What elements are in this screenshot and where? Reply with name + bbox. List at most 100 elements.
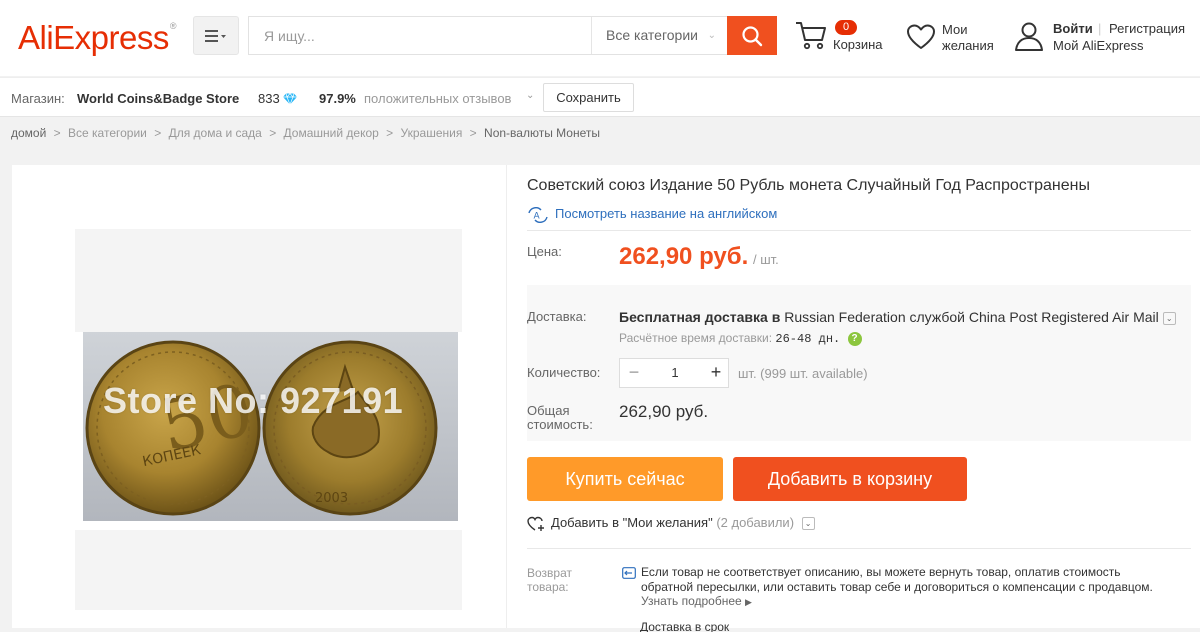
- heart-icon: [907, 24, 935, 49]
- cart-count-badge: 0: [835, 20, 857, 35]
- price-unit: / шт.: [753, 252, 779, 267]
- chevron-down-icon: ⌄: [707, 30, 716, 41]
- return-policy-label: Возврат товара:: [527, 566, 572, 594]
- next-guarantee-text: Доставка в срок: [640, 620, 730, 632]
- search-input[interactable]: [249, 17, 591, 54]
- breadcrumb-separator: >: [53, 126, 61, 140]
- breadcrumb-item[interactable]: Украшения: [401, 126, 463, 140]
- return-policy-text: Если товар не соответствует описанию, вы…: [641, 565, 1161, 610]
- product-title: Советский союз Издание 50 Рубль монета С…: [527, 177, 1090, 194]
- shipping-options-dropdown[interactable]: ⌄: [1162, 311, 1176, 325]
- divider: [527, 548, 1191, 549]
- heart-plus-icon: [527, 516, 544, 531]
- image-watermark: Store No: 927191: [103, 380, 404, 421]
- translate-title-link[interactable]: A Посмотреть название на английском: [527, 206, 777, 223]
- cart-label: Корзина: [833, 37, 883, 52]
- wishlist-label-line1: Мои: [942, 22, 968, 37]
- translate-icon: A: [528, 206, 548, 223]
- shipping-method-text: Russian Federation службой China Post Re…: [780, 309, 1159, 325]
- logo-reg-mark: ®: [169, 21, 177, 31]
- coins-photo: 50 КОПЕЕК 2003: [83, 332, 458, 521]
- svg-text:A: A: [534, 211, 541, 221]
- breadcrumb-item[interactable]: Домашний декор: [284, 126, 379, 140]
- my-aliexpress-link[interactable]: Мой AliExpress: [1053, 38, 1144, 53]
- account-menu: Войти | Регистрация Мой AliExpress: [1014, 20, 1200, 60]
- price-label: Цена:: [527, 244, 562, 259]
- breadcrumb-separator: >: [469, 126, 477, 140]
- delivery-time: Расчётное время доставки: 26-48 дн. ?: [619, 331, 862, 346]
- wishlist-label-line2: желания: [942, 38, 994, 53]
- search-bar: Все категории ⌄: [248, 16, 777, 55]
- search-button[interactable]: [727, 16, 777, 55]
- store-bar: Магазин: World Coins&Badge Store 833 97.…: [0, 77, 1200, 117]
- cart-icon: [796, 22, 826, 50]
- translate-link-text: Посмотреть название на английском: [555, 206, 778, 221]
- quantity-decrease-button[interactable]: −: [620, 359, 648, 387]
- breadcrumb-item[interactable]: Для дома и сада: [169, 126, 262, 140]
- price-value: 262,90 руб.: [619, 243, 749, 270]
- product-gallery: 50 КОПЕЕК 2003 Store No: 927191: [12, 165, 507, 628]
- categories-menu-button[interactable]: [193, 16, 239, 55]
- aliexpress-logo[interactable]: AliExpress®: [18, 19, 177, 57]
- total-price-label: Общая стоимость:: [527, 403, 593, 432]
- wishlist-add-count: (2 добавили): [716, 515, 795, 530]
- buy-now-button[interactable]: Купить сейчас: [527, 457, 723, 501]
- user-icon: [1015, 22, 1043, 51]
- wishlist-label: Мои желания: [942, 22, 994, 54]
- quantity-input[interactable]: 1: [648, 359, 702, 387]
- search-category-select[interactable]: Все категории ⌄: [591, 17, 728, 54]
- quantity-label: Количество:: [527, 365, 601, 380]
- free-shipping-text: Бесплатная доставка в: [619, 309, 781, 325]
- image-padding-bottom: [75, 530, 462, 610]
- return-icon: [622, 567, 636, 579]
- image-padding-top: [75, 229, 462, 332]
- breadcrumb-item[interactable]: домой: [11, 126, 46, 140]
- save-store-button[interactable]: Сохранить: [543, 83, 634, 112]
- return-policy-description: Если товар не соответствует описанию, вы…: [641, 565, 1153, 594]
- breadcrumb-item[interactable]: Все категории: [68, 126, 147, 140]
- breadcrumb-separator: >: [269, 126, 277, 140]
- login-link[interactable]: Войти: [1053, 21, 1093, 36]
- quantity-available: шт. (999 шт. available): [738, 366, 868, 381]
- wishlist-dropdown[interactable]: ⌄: [801, 517, 815, 531]
- logo-text: AliExpress: [18, 19, 169, 56]
- cart-link[interactable]: 0 Корзина: [795, 18, 895, 58]
- divider: [527, 230, 1191, 231]
- breadcrumb: домой > Все категории > Для дома и сада …: [11, 126, 600, 140]
- breadcrumb-separator: >: [386, 126, 394, 140]
- feedback-percent: 97.9%: [319, 91, 356, 106]
- total-price-value: 262,90 руб.: [619, 402, 709, 421]
- breadcrumb-item[interactable]: Non-валюты Монеты: [484, 126, 600, 140]
- question-icon[interactable]: ?: [847, 331, 862, 346]
- quantity-stepper: − 1 +: [619, 358, 729, 388]
- menu-icon: [205, 29, 226, 42]
- register-link[interactable]: Регистрация: [1109, 21, 1185, 36]
- product-image[interactable]: 50 КОПЕЕК 2003 Store No: 927191: [83, 332, 458, 521]
- breadcrumb-separator: >: [154, 126, 162, 140]
- store-name-link[interactable]: World Coins&Badge Store: [77, 91, 239, 106]
- delivery-time-label: Расчётное время доставки:: [619, 331, 773, 345]
- top-header: AliExpress® Все категории ⌄ 0 Корзин: [0, 0, 1200, 76]
- account-separator: |: [1098, 21, 1102, 36]
- diamond-icon: [283, 93, 297, 105]
- shipping-label: Доставка:: [527, 309, 587, 324]
- quantity-increase-button[interactable]: +: [702, 359, 730, 387]
- product-main: 50 КОПЕЕК 2003 Store No: 927191 Советски…: [12, 165, 1200, 632]
- learn-more-link[interactable]: Узнать подробнее ▶: [641, 594, 752, 608]
- add-to-cart-button[interactable]: Добавить в корзину: [733, 457, 967, 501]
- store-label: Магазин:: [11, 91, 65, 106]
- add-to-wishlist-link[interactable]: Добавить в "Мои желания" (2 добавили) ⌄: [527, 515, 815, 532]
- svg-text:2003: 2003: [315, 491, 348, 506]
- feedback-text[interactable]: положительных отзывов: [364, 91, 511, 106]
- chevron-down-icon[interactable]: ⌄: [526, 90, 534, 101]
- product-info: Советский союз Издание 50 Рубль монета С…: [527, 165, 1200, 632]
- add-to-wishlist-text: Добавить в "Мои желания": [551, 515, 713, 530]
- caret-right-icon: ▶: [745, 597, 752, 607]
- store-rating-count: 833: [258, 91, 280, 106]
- shipping-info: Бесплатная доставка в Russian Federation…: [619, 309, 1176, 325]
- search-icon: [742, 25, 763, 46]
- learn-more-text: Узнать подробнее: [641, 594, 742, 608]
- search-category-label: Все категории: [606, 27, 698, 43]
- wishlist-link[interactable]: Мои желания: [906, 20, 1006, 60]
- next-guarantee-row: Доставка в срок: [622, 620, 822, 632]
